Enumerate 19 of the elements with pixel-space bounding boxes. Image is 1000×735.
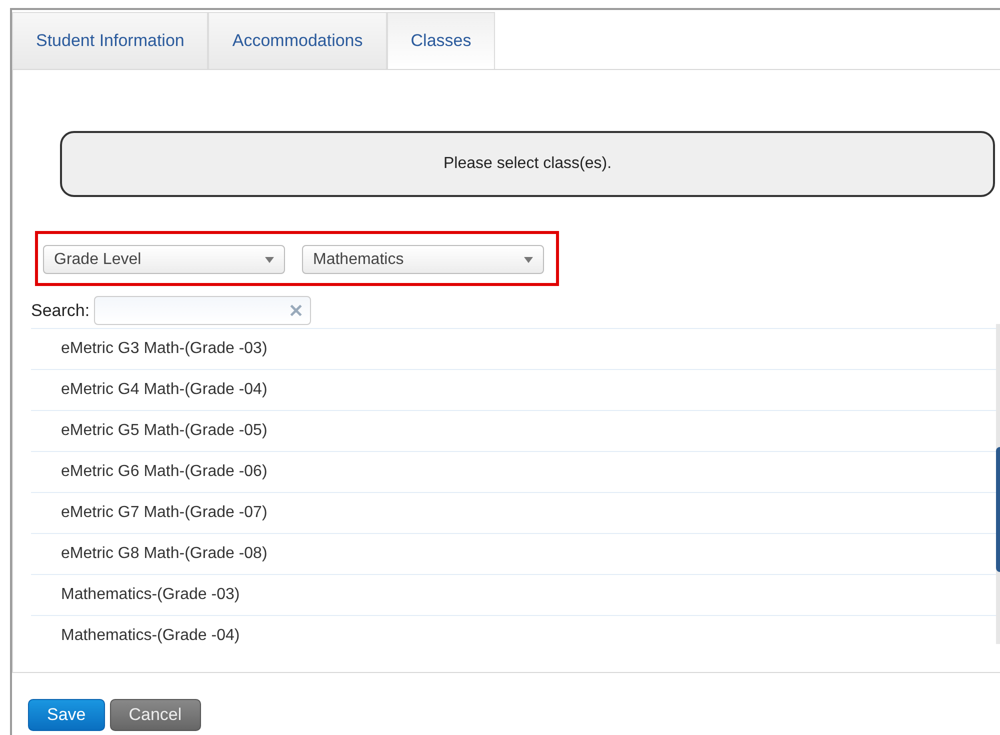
search-label: Search: [31,300,90,322]
dropdown[interactable]: Grade Level [43,245,285,274]
class-row[interactable]: Mathematics-(Grade -04) [31,615,996,656]
tab[interactable]: Classes [386,12,496,70]
cancel-button[interactable]: Cancel [110,699,201,731]
class-row[interactable]: Mathematics-(Grade -03) [31,574,996,615]
class-row[interactable]: eMetric G4 Math-(Grade -04) [31,369,996,410]
class-row[interactable]: eMetric G3 Math-(Grade -03) [31,328,996,369]
tab[interactable]: Accommodations [208,12,387,70]
save-button[interactable]: Save [28,699,105,731]
dropdown[interactable]: Mathematics [302,245,544,274]
message-box: Please select class(es). [60,131,995,197]
caret-icon [524,256,533,262]
class-row[interactable]: eMetric G8 Math-(Grade -08) [31,533,996,574]
tab[interactable]: Student Information [12,12,208,70]
caret-icon [265,256,274,262]
class-row[interactable]: eMetric G6 Math-(Grade -06) [31,451,996,492]
class-row[interactable]: eMetric G7 Math-(Grade -07) [31,492,996,533]
class-row[interactable]: eMetric G5 Math-(Grade -05) [31,410,996,451]
